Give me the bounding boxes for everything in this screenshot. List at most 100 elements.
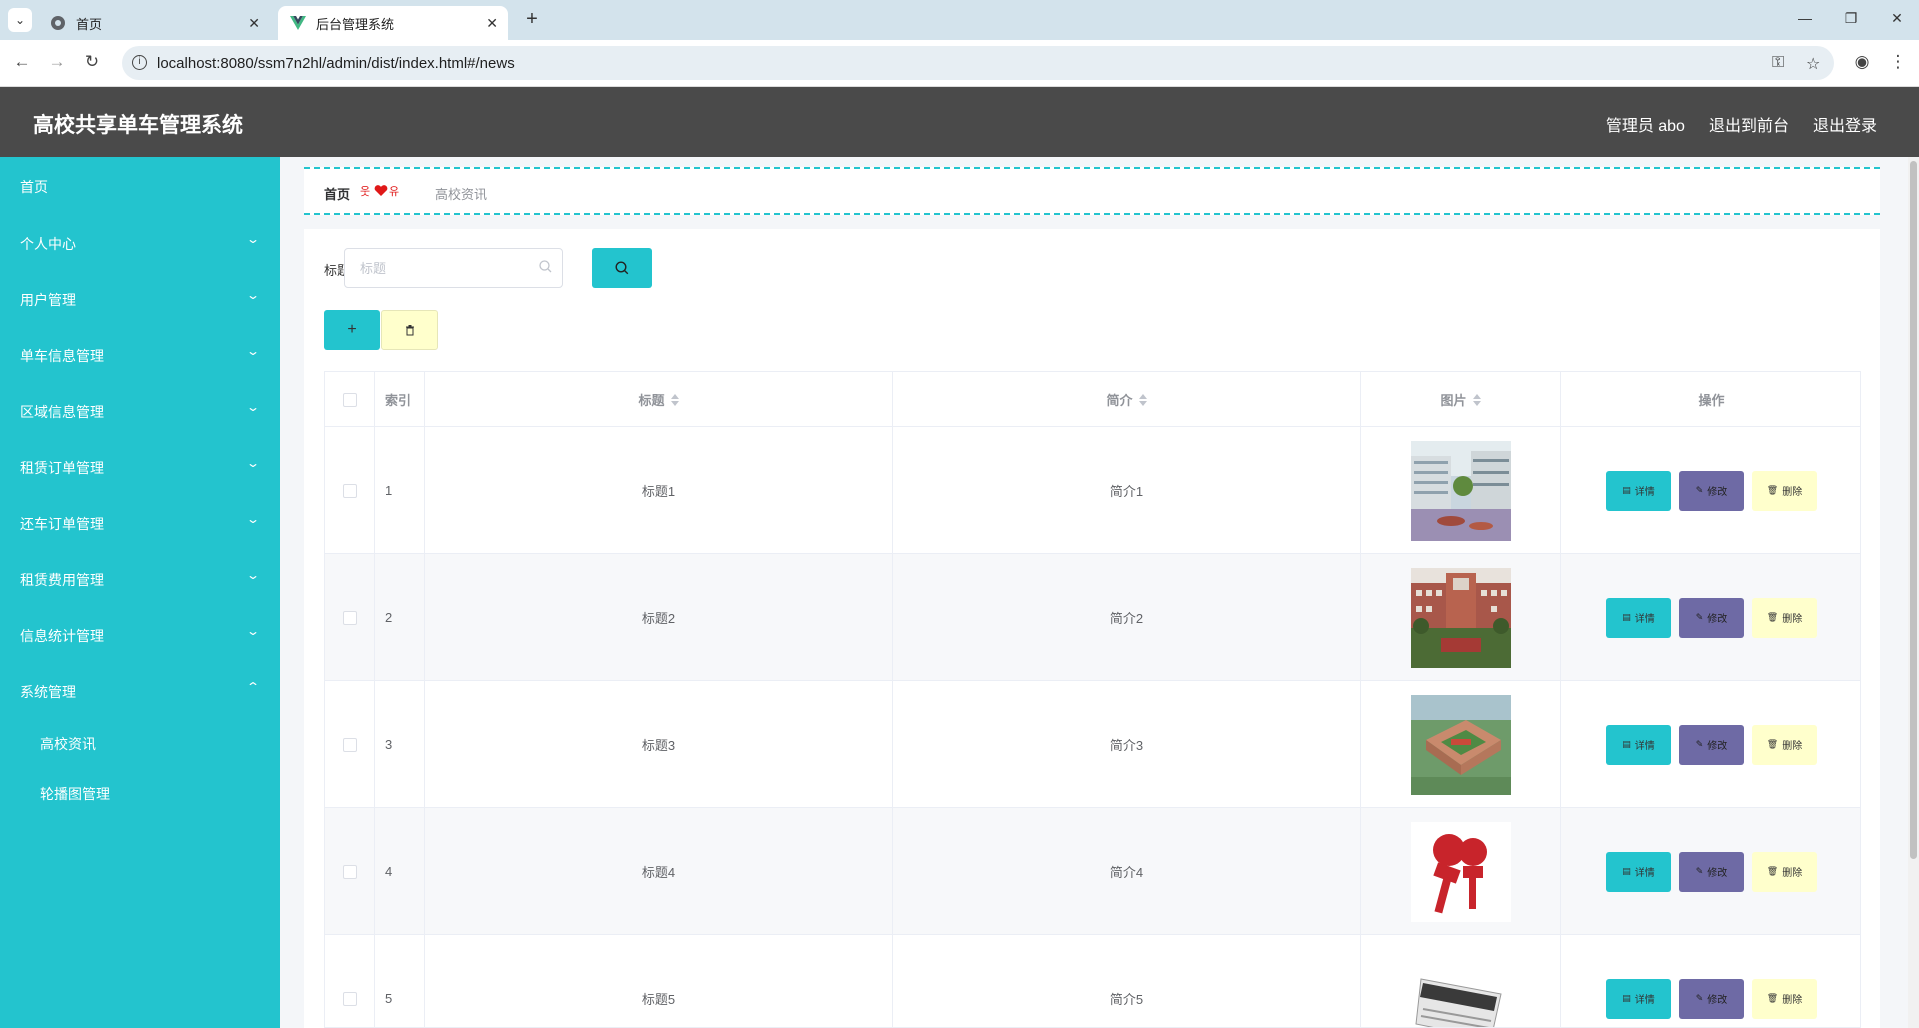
sidebar-item-system[interactable]: 系统管理 ⌃ bbox=[0, 670, 280, 710]
sidebar-item-rental-fees[interactable]: 租赁费用管理 ⌄ bbox=[0, 558, 280, 598]
campus-building-image[interactable] bbox=[1410, 567, 1511, 668]
intro-cell: 简介4 bbox=[893, 808, 1361, 935]
delete-button[interactable]: 🗑 删除 bbox=[1752, 851, 1817, 892]
sort-icon[interactable] bbox=[670, 393, 679, 406]
row-select-cell bbox=[325, 808, 375, 935]
site-info-icon[interactable]: i bbox=[132, 55, 147, 70]
search-icon bbox=[539, 260, 552, 278]
trash-icon: 🗑 bbox=[1766, 866, 1779, 876]
intro-cell: 简介5 bbox=[893, 935, 1361, 1027]
browser-tab-home[interactable]: 首页 ✕ bbox=[38, 6, 270, 40]
row-select-cell bbox=[325, 554, 375, 681]
sidebar-subitem-campus-news[interactable]: 高校资讯 bbox=[0, 722, 280, 762]
edit-button[interactable]: ✎ 修改 bbox=[1679, 597, 1744, 638]
bookmark-star-icon[interactable]: ☆ bbox=[1806, 54, 1820, 74]
page-scrollbar[interactable] bbox=[1908, 157, 1919, 1028]
news-microphones-image[interactable] bbox=[1410, 821, 1511, 922]
url-text: localhost:8080/ssm7n2hl/admin/dist/index… bbox=[157, 55, 515, 72]
chevron-down-icon: ⌄ bbox=[245, 288, 261, 302]
forward-icon[interactable]: → bbox=[46, 52, 68, 72]
table-row: 1 标题1 简介1 ▤ 详情 ✎ 修改 🗑 删除 bbox=[325, 427, 1860, 554]
edit-button[interactable]: ✎ 修改 bbox=[1679, 851, 1744, 892]
search-button[interactable] bbox=[592, 248, 652, 288]
profile-icon[interactable]: ◉ bbox=[1851, 52, 1873, 72]
detail-button[interactable]: ▤ 详情 bbox=[1606, 851, 1671, 892]
sidebar-item-user-management[interactable]: 用户管理 ⌄ bbox=[0, 278, 280, 318]
delete-button[interactable]: 🗑 删除 bbox=[1752, 724, 1817, 765]
reload-icon[interactable]: ↻ bbox=[81, 52, 103, 72]
url-field[interactable]: i localhost:8080/ssm7n2hl/admin/dist/ind… bbox=[122, 46, 1834, 80]
sidebar-item-statistics[interactable]: 信息统计管理 ⌄ bbox=[0, 614, 280, 654]
sidebar-item-rental-orders[interactable]: 租赁订单管理 ⌄ bbox=[0, 446, 280, 486]
chevron-down-icon: ⌄ bbox=[245, 456, 261, 470]
edit-button[interactable]: ✎ 修改 bbox=[1679, 470, 1744, 511]
browser-tab-admin[interactable]: 后台管理系统 ✕ bbox=[278, 6, 508, 40]
chevron-down-icon: ⌄ bbox=[245, 232, 261, 246]
logout-link[interactable]: 退出登录 bbox=[1813, 112, 1877, 136]
delete-button[interactable]: 🗑 删除 bbox=[1752, 597, 1817, 638]
news-paper-image[interactable] bbox=[1410, 948, 1511, 1028]
sort-icon[interactable] bbox=[1138, 393, 1147, 406]
sidebar-item-return-orders[interactable]: 还车订单管理 ⌄ bbox=[0, 502, 280, 542]
detail-button[interactable]: ▤ 详情 bbox=[1606, 597, 1671, 638]
tab-title: 首页 bbox=[76, 16, 103, 32]
sidebar-item-label: 轮播图管理 bbox=[40, 786, 110, 802]
sidebar-item-bike-info[interactable]: 单车信息管理 ⌄ bbox=[0, 334, 280, 374]
picture-cell bbox=[1361, 554, 1561, 681]
breadcrumb-home[interactable]: 首页 bbox=[324, 184, 350, 203]
browser-menu-icon[interactable]: ⋮ bbox=[1887, 52, 1909, 72]
intro-cell: 简介1 bbox=[893, 427, 1361, 554]
actions-cell: ▤ 详情 ✎ 修改 🗑 删除 bbox=[1561, 427, 1860, 554]
close-tab-icon[interactable]: ✕ bbox=[248, 15, 260, 32]
batch-delete-button[interactable] bbox=[381, 310, 438, 350]
search-input[interactable] bbox=[345, 249, 515, 287]
edit-label: 修改 bbox=[1707, 741, 1728, 752]
row-select-cell bbox=[325, 935, 375, 1027]
row-select-cell bbox=[325, 681, 375, 808]
sidebar-item-personal-center[interactable]: 个人中心 ⌄ bbox=[0, 222, 280, 262]
sidebar-item-area-info[interactable]: 区域信息管理 ⌄ bbox=[0, 390, 280, 430]
intro-cell: 简介3 bbox=[893, 681, 1361, 808]
close-tab-icon[interactable]: ✕ bbox=[486, 15, 498, 32]
sidebar-item-label: 租赁订单管理 bbox=[20, 460, 104, 476]
sort-icon[interactable] bbox=[1472, 393, 1481, 406]
add-button[interactable]: + bbox=[324, 310, 380, 350]
tab-search-button[interactable]: ⌄ bbox=[8, 8, 32, 32]
detail-button[interactable]: ▤ 详情 bbox=[1606, 978, 1671, 1019]
campus-aerial-image[interactable] bbox=[1410, 694, 1511, 795]
edit-button[interactable]: ✎ 修改 bbox=[1679, 978, 1744, 1019]
detail-label: 详情 bbox=[1634, 487, 1655, 498]
delete-label: 删除 bbox=[1782, 741, 1803, 752]
exit-to-front-link[interactable]: 退出到前台 bbox=[1709, 112, 1789, 136]
restore-icon[interactable]: ❐ bbox=[1841, 10, 1861, 27]
header-title[interactable]: 标题 bbox=[425, 372, 893, 427]
detail-button[interactable]: ▤ 详情 bbox=[1606, 724, 1671, 765]
delete-button[interactable]: 🗑 删除 bbox=[1752, 978, 1817, 1019]
sidebar-subitem-carousel[interactable]: 轮播图管理 bbox=[0, 772, 280, 812]
row-checkbox[interactable] bbox=[342, 483, 357, 498]
row-checkbox[interactable] bbox=[342, 991, 357, 1006]
row-checkbox[interactable] bbox=[342, 864, 357, 879]
password-key-icon[interactable]: ⚿ bbox=[1772, 54, 1784, 72]
row-checkbox[interactable] bbox=[342, 737, 357, 752]
sidebar-item-home[interactable]: 首页 bbox=[0, 165, 280, 205]
edit-button[interactable]: ✎ 修改 bbox=[1679, 724, 1744, 765]
close-window-icon[interactable]: ✕ bbox=[1887, 10, 1907, 27]
row-checkbox[interactable] bbox=[342, 610, 357, 625]
minimize-icon[interactable]: — bbox=[1795, 10, 1815, 26]
back-icon[interactable]: ← bbox=[11, 52, 33, 72]
title-cell: 标题2 bbox=[425, 554, 893, 681]
header-index-label: 索引 bbox=[385, 393, 412, 408]
title-search-field[interactable] bbox=[344, 248, 563, 288]
new-tab-button[interactable]: + bbox=[520, 8, 544, 32]
detail-button[interactable]: ▤ 详情 bbox=[1606, 470, 1671, 511]
scrollbar-thumb[interactable] bbox=[1910, 161, 1917, 859]
edit-label: 修改 bbox=[1707, 868, 1728, 879]
detail-label: 详情 bbox=[1634, 868, 1655, 879]
document-icon: ▤ bbox=[1622, 739, 1631, 749]
campus-courtyard-image[interactable] bbox=[1410, 440, 1511, 541]
select-all-checkbox[interactable] bbox=[342, 392, 357, 407]
header-intro[interactable]: 简介 bbox=[893, 372, 1361, 427]
delete-button[interactable]: 🗑 删除 bbox=[1752, 470, 1817, 511]
header-picture[interactable]: 图片 bbox=[1361, 372, 1561, 427]
